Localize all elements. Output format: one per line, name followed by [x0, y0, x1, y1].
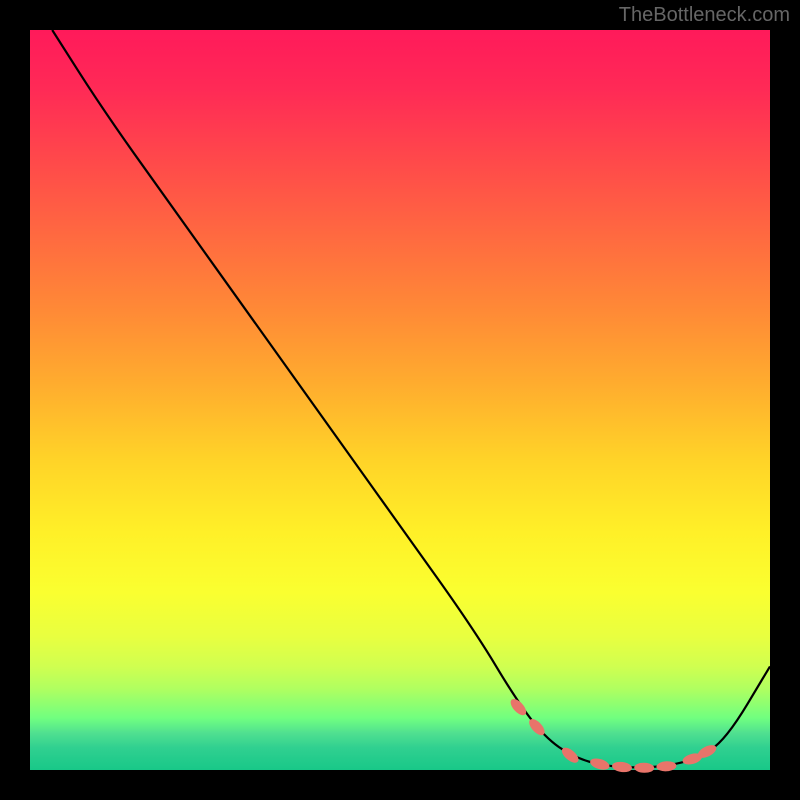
bottleneck-curve [52, 30, 770, 767]
plot-area [30, 30, 770, 770]
marker-point [589, 756, 611, 771]
marker-point [634, 762, 654, 773]
curve-markers [508, 696, 718, 773]
marker-point [611, 761, 632, 774]
chart-svg [30, 30, 770, 770]
watermark-text: TheBottleneck.com [619, 4, 790, 27]
marker-point [559, 745, 581, 766]
marker-point [656, 761, 677, 772]
